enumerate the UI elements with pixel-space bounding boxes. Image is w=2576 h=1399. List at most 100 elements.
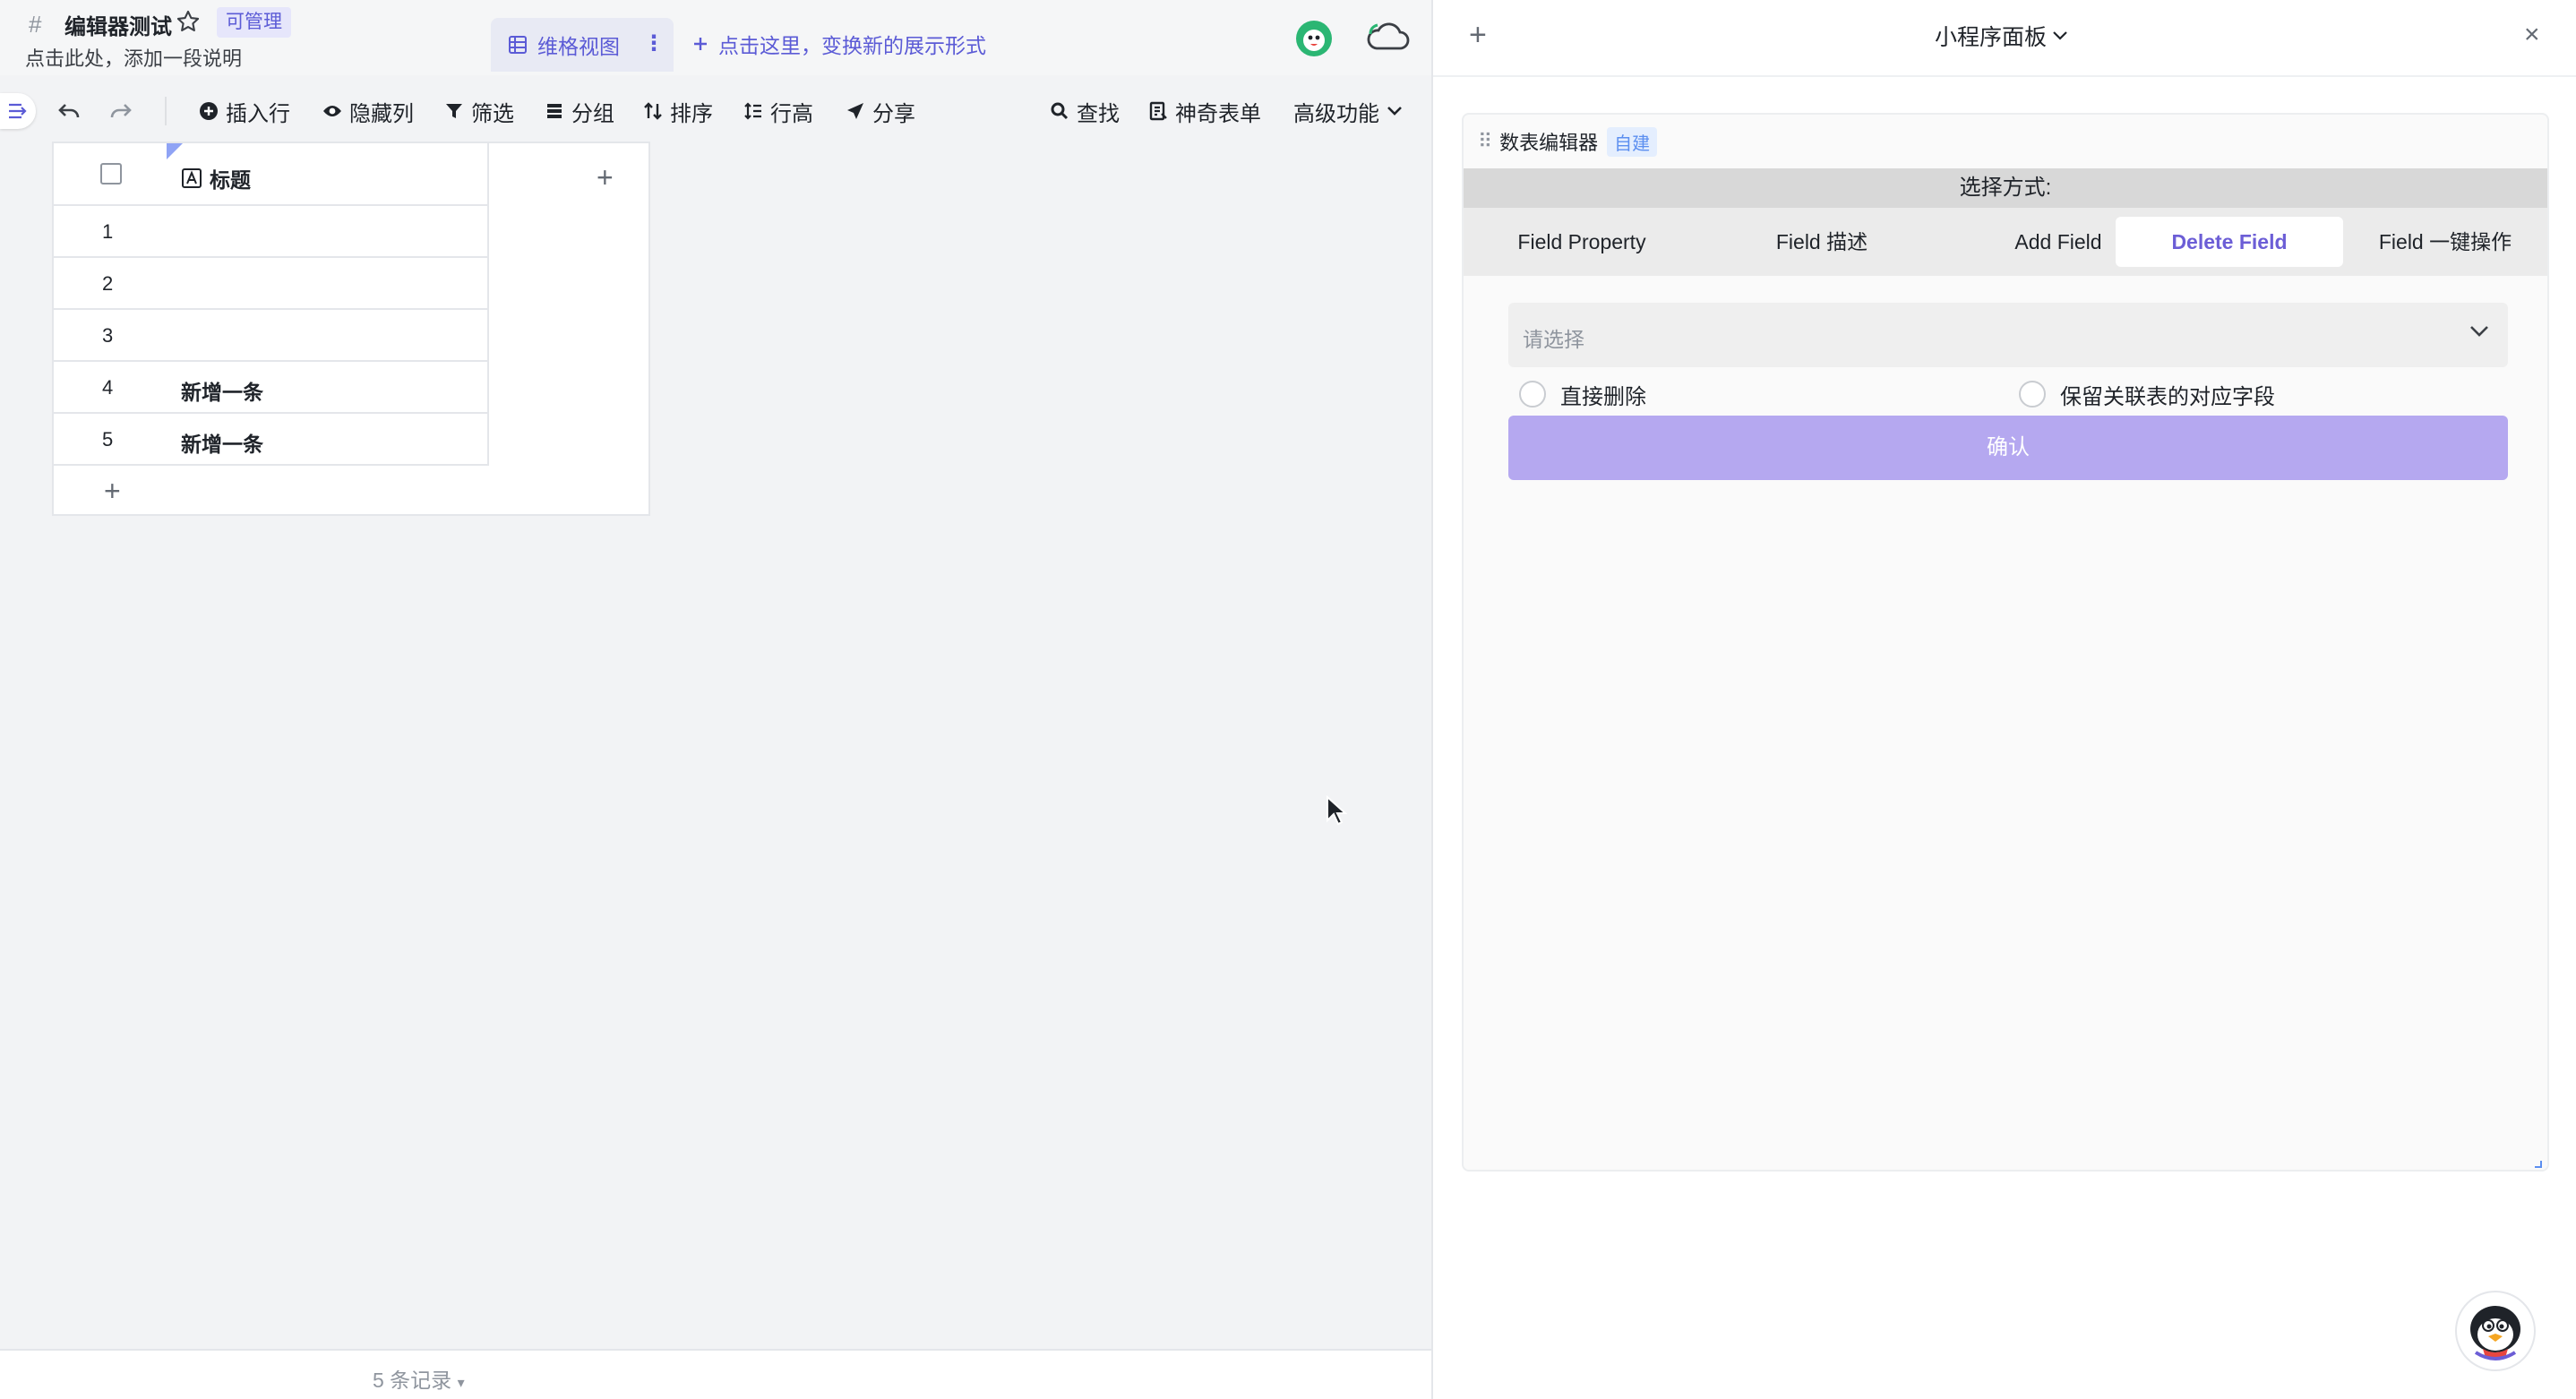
collapse-icon — [9, 103, 27, 119]
share-label: 分享 — [872, 101, 915, 126]
widget-tag: 自建 — [1607, 126, 1658, 157]
sort-button[interactable]: 排序 — [643, 93, 713, 129]
data-grid: 标题 + 1 2 3 4 新增一条 5 新增一条 + — [52, 142, 650, 516]
row-title: 新增一条 — [181, 433, 263, 456]
document-title[interactable]: 编辑器测试 — [64, 9, 172, 40]
radio-keep-linked-field[interactable]: 保留关联表的对应字段 — [2019, 376, 2275, 412]
row-height-button[interactable]: 行高 — [743, 93, 813, 129]
filter-button[interactable]: 筛选 — [444, 93, 514, 129]
add-widget-button[interactable]: + — [1469, 18, 1487, 53]
eye-icon — [323, 106, 341, 116]
plus-circle-icon — [200, 102, 218, 120]
toolbar: 插入行 隐藏列 筛选 分组 排序 行高 分享 查找 神奇表单 高级功能 — [0, 75, 1431, 143]
column-header-title[interactable]: 标题 — [181, 163, 251, 193]
assistant-avatar-icon[interactable] — [2454, 1290, 2537, 1372]
record-count[interactable]: 5 条记录 ▾ — [373, 1363, 465, 1394]
filter-icon — [446, 104, 462, 118]
magic-form-button[interactable]: 神奇表单 — [1148, 93, 1261, 129]
user-avatar[interactable] — [1295, 20, 1333, 57]
group-label: 分组 — [571, 101, 614, 126]
add-row-button[interactable]: + — [104, 475, 121, 508]
row-height-icon — [744, 102, 761, 120]
side-panel-toggle[interactable] — [0, 93, 36, 129]
plus-icon — [694, 38, 707, 50]
row-number: 3 — [102, 324, 114, 347]
mouse-cursor-icon — [1326, 795, 1347, 828]
star-icon[interactable] — [176, 9, 201, 34]
radio-button[interactable] — [2019, 381, 2046, 408]
table-row[interactable]: 3 — [54, 310, 489, 362]
redo-button[interactable] — [109, 93, 133, 129]
tab-field-description[interactable]: Field 描述 — [1707, 217, 1936, 267]
table-row[interactable]: 4 新增一条 — [54, 362, 489, 414]
add-view-button[interactable]: 点击这里，变换新的展示形式 — [691, 29, 986, 59]
record-count-label: 5 条记录 — [373, 1369, 452, 1392]
view-tab-label: 维格视图 — [537, 35, 620, 58]
widget-name: 数表编辑器 — [1499, 132, 1599, 154]
group-button[interactable]: 分组 — [545, 93, 614, 129]
hash-icon: # — [29, 11, 42, 38]
grid-header-row: 标题 — [54, 143, 489, 206]
undo-button[interactable] — [57, 93, 81, 129]
row-number: 5 — [102, 428, 114, 451]
send-icon — [847, 103, 863, 119]
radio-keep-linked-label: 保留关联表的对应字段 — [2060, 384, 2275, 409]
hide-column-button[interactable]: 隐藏列 — [322, 93, 414, 129]
radio-button[interactable] — [1519, 381, 1546, 408]
row-number: 4 — [102, 376, 114, 399]
select-all-checkbox[interactable] — [100, 163, 122, 185]
status-bar: 5 条记录 ▾ — [0, 1349, 1431, 1399]
sort-label: 排序 — [670, 101, 713, 126]
document-description[interactable]: 点击此处，添加一段说明 — [25, 43, 242, 72]
panel-title-dropdown[interactable]: 小程序面板 — [1935, 20, 2068, 52]
chevron-down-icon — [1387, 107, 1402, 116]
advanced-features-label: 高级功能 — [1293, 101, 1379, 126]
title-bar: # 编辑器测试 可管理 点击此处，添加一段说明 维格视图 ⋮ 点击这里，变换新的… — [0, 0, 1431, 75]
form-icon — [1149, 101, 1167, 121]
hide-column-label: 隐藏列 — [349, 101, 414, 126]
resize-handle-icon[interactable] — [2535, 1161, 2542, 1168]
chevron-down-icon — [2053, 31, 2067, 40]
row-number: 1 — [102, 220, 114, 243]
toolbar-divider — [165, 97, 167, 125]
permission-badge: 可管理 — [217, 7, 291, 38]
tab-delete-field[interactable]: Delete Field — [2116, 217, 2343, 267]
table-row[interactable]: 5 新增一条 — [54, 414, 489, 466]
select-placeholder: 请选择 — [1523, 328, 1584, 351]
drag-handle-icon[interactable]: ⠿ — [1478, 130, 1492, 153]
tab-field-batch[interactable]: Field 一键操作 — [2343, 217, 2547, 267]
add-column-button[interactable]: + — [597, 161, 614, 194]
panel-divider — [1433, 75, 2576, 77]
share-button[interactable]: 分享 — [846, 93, 915, 129]
tab-field-property[interactable]: Field Property — [1467, 217, 1696, 267]
text-field-icon — [182, 168, 202, 188]
confirm-button[interactable]: 确认 — [1508, 416, 2508, 480]
group-icon — [547, 104, 562, 118]
close-panel-button[interactable]: × — [2524, 20, 2540, 50]
insert-row-button[interactable]: 插入行 — [199, 93, 290, 129]
radio-direct-delete-label: 直接删除 — [1560, 384, 1646, 409]
search-label: 查找 — [1077, 101, 1120, 126]
mode-tabs: Field Property Field 描述 Add Field Delete… — [1464, 208, 2547, 276]
datasheet-area: # 编辑器测试 可管理 点击此处，添加一段说明 维格视图 ⋮ 点击这里，变换新的… — [0, 0, 1431, 1399]
column-title-label: 标题 — [210, 168, 251, 192]
redo-icon — [110, 104, 132, 118]
search-button[interactable]: 查找 — [1050, 93, 1120, 129]
widget-header: ⠿ 数表编辑器 自建 — [1464, 115, 2547, 168]
widget-card: ⠿ 数表编辑器 自建 选择方式: Field Property Field 描述… — [1462, 113, 2549, 1172]
search-icon — [1051, 102, 1069, 120]
table-row[interactable]: 2 — [54, 258, 489, 310]
row-height-label: 行高 — [770, 101, 813, 126]
advanced-features-dropdown[interactable]: 高级功能 — [1293, 93, 1403, 129]
cloud-sync-icon[interactable] — [1365, 21, 1410, 52]
widget-panel: + 小程序面板 × ⠿ 数表编辑器 自建 选择方式: Field Propert… — [1431, 0, 2576, 1399]
insert-row-label: 插入行 — [226, 101, 290, 126]
magic-form-label: 神奇表单 — [1175, 101, 1261, 126]
view-more-icon[interactable]: ⋮ — [643, 30, 665, 56]
undo-icon — [58, 104, 80, 118]
caret-down-icon: ▾ — [457, 1376, 465, 1391]
radio-direct-delete[interactable]: 直接删除 — [1519, 376, 1646, 412]
row-title: 新增一条 — [181, 381, 263, 404]
field-select[interactable]: 请选择 — [1508, 303, 2508, 367]
table-row[interactable]: 1 — [54, 206, 489, 258]
